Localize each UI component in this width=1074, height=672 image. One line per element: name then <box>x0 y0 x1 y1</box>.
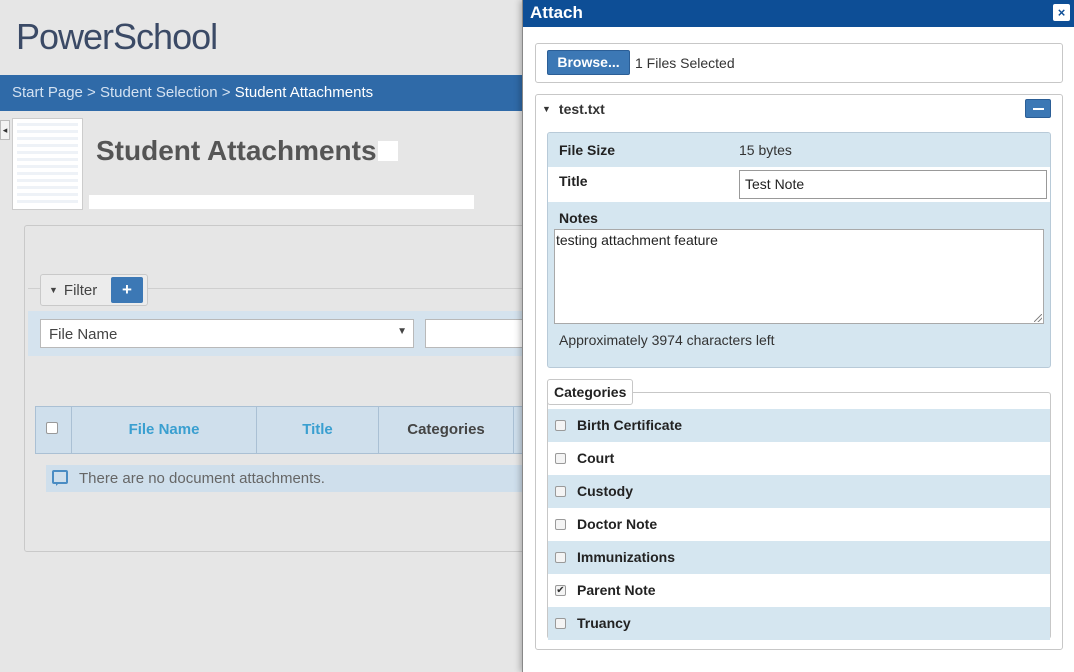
empty-message-text: There are no document attachments. <box>79 470 325 487</box>
category-checkbox[interactable] <box>555 420 566 431</box>
title-label: Title <box>559 173 588 189</box>
filter-field-value: File Name <box>49 326 118 343</box>
file-toggle[interactable]: ▼ test.txt <box>542 101 605 117</box>
message-icon <box>52 470 68 486</box>
categories-legend: Categories <box>547 379 634 405</box>
student-name <box>89 195 474 209</box>
breadcrumb-current: Student Attachments <box>234 84 374 101</box>
add-filter-button[interactable]: + <box>111 277 143 303</box>
category-row[interactable]: Custody <box>548 475 1050 508</box>
file-name: test.txt <box>558 101 605 117</box>
student-photo <box>12 118 83 210</box>
category-checkbox[interactable] <box>555 486 566 497</box>
dialog-header: Attach × <box>523 0 1074 27</box>
dropdown-arrow-icon: ▼ <box>397 326 407 337</box>
title-input[interactable]: Test Note <box>739 170 1047 199</box>
categories-list: Birth Certificate Court Custody Doctor Note… <box>548 409 1050 640</box>
breadcrumb-separator: > <box>217 84 235 101</box>
category-checkbox[interactable] <box>555 519 566 530</box>
table-header: File Name Title Categories <box>35 406 525 454</box>
notes-text: testing attachment feature <box>556 232 718 248</box>
collapse-nav-icon[interactable]: ◂ <box>0 120 10 140</box>
notes-textarea[interactable]: testing attachment feature <box>554 229 1044 324</box>
breadcrumb: Start Page > Student Selection > Student… <box>0 75 540 111</box>
filter-label: Filter <box>63 282 98 299</box>
triangle-down-icon: ▼ <box>542 104 551 114</box>
browse-button[interactable]: Browse... <box>547 50 630 75</box>
category-row[interactable]: Birth Certificate <box>548 409 1050 442</box>
category-checkbox[interactable] <box>555 552 566 563</box>
category-label: Court <box>577 450 615 466</box>
powerschool-logo[interactable]: PowerSchool <box>16 16 218 58</box>
category-label: Truancy <box>577 615 631 631</box>
column-file-name[interactable]: File Name <box>72 407 257 453</box>
category-label: Parent Note <box>577 582 656 598</box>
attach-dialog: Attach × Browse... 1 Files Selected ▼ tes… <box>522 0 1074 672</box>
files-selected-text: 1 Files Selected <box>635 55 735 71</box>
breadcrumb-student-selection[interactable]: Student Selection <box>100 84 218 101</box>
collapse-file-button[interactable] <box>1025 99 1051 118</box>
close-icon[interactable]: × <box>1053 4 1070 21</box>
file-size-label: File Size <box>559 142 616 158</box>
file-size-row: File Size 15 bytes <box>548 133 1050 167</box>
category-row[interactable]: Court <box>548 442 1050 475</box>
select-all-checkbox[interactable] <box>36 407 72 453</box>
category-row[interactable]: ✔ Parent Note <box>548 574 1050 607</box>
category-checkbox[interactable]: ✔ <box>555 585 566 596</box>
file-panel: ▼ test.txt File Size 15 bytes Title Test … <box>535 94 1063 650</box>
notes-label: Notes <box>559 210 598 226</box>
checkbox-icon <box>46 422 58 434</box>
title-row: Title Test Note <box>548 167 1050 202</box>
chars-left-text: Approximately 3974 characters left <box>559 332 775 348</box>
resize-grip-icon[interactable] <box>1034 314 1042 322</box>
file-details: File Size 15 bytes Title Test Note Notes… <box>547 132 1051 368</box>
page-title: Student Attachments <box>96 135 377 166</box>
file-picker: Browse... 1 Files Selected <box>535 43 1063 83</box>
breadcrumb-separator: > <box>82 84 100 101</box>
category-label: Immunizations <box>577 549 676 565</box>
column-title[interactable]: Title <box>257 407 379 453</box>
title-placeholder <box>378 141 398 161</box>
filter-toggle[interactable]: ▼ Filter + <box>40 274 148 306</box>
categories-box: Birth Certificate Court Custody Doctor Note… <box>547 392 1051 640</box>
category-label: Birth Certificate <box>577 417 683 433</box>
category-row[interactable]: Immunizations <box>548 541 1050 574</box>
file-size-value: 15 bytes <box>739 142 792 158</box>
breadcrumb-start-page[interactable]: Start Page <box>12 84 83 101</box>
triangle-down-icon: ▼ <box>49 285 58 295</box>
empty-message: There are no document attachments. <box>46 465 526 492</box>
filter-field-select[interactable]: File Name ▼ <box>40 319 414 348</box>
filter-value-input[interactable] <box>425 319 535 348</box>
category-checkbox[interactable] <box>555 618 566 629</box>
category-row[interactable]: Truancy <box>548 607 1050 640</box>
column-categories: Categories <box>379 407 514 453</box>
category-label: Custody <box>577 483 633 499</box>
category-row[interactable]: Doctor Note <box>548 508 1050 541</box>
category-label: Doctor Note <box>577 516 658 532</box>
category-checkbox[interactable] <box>555 453 566 464</box>
dialog-title: Attach <box>530 3 583 22</box>
